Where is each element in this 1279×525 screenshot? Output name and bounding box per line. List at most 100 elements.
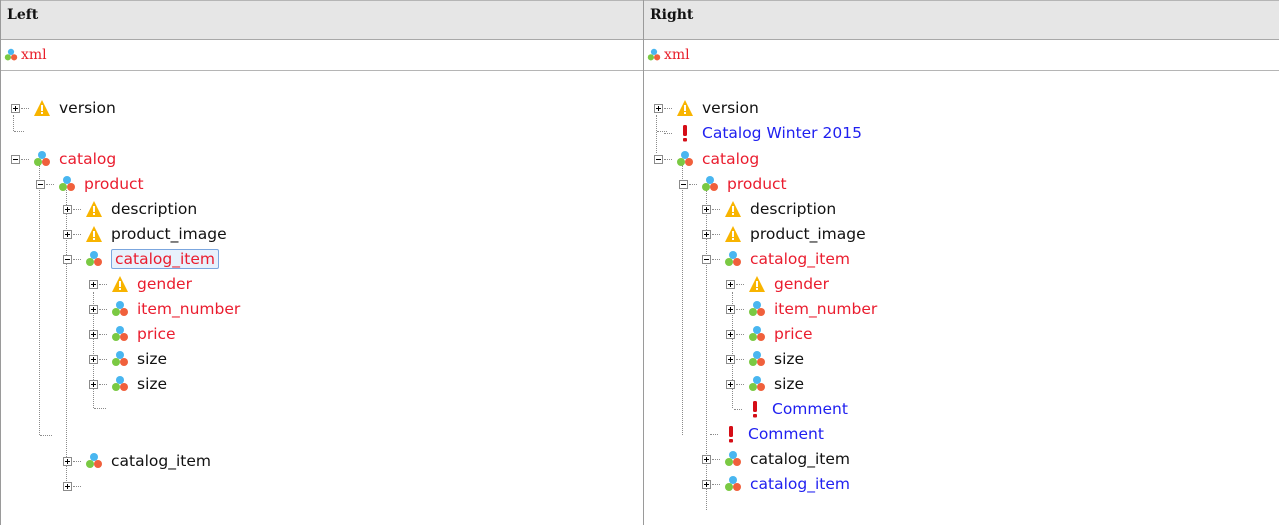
expand-toggle[interactable] [702,479,711,489]
left-pane: Left xml version catalog product descrip… [1,0,644,525]
node-label: gender [774,275,829,293]
node-label: price [137,325,176,343]
tree-node[interactable]: catalog_item [63,248,219,270]
node-label: Comment [748,425,824,443]
tree-node[interactable]: item_number [89,298,240,320]
tree-node[interactable]: size [726,348,804,370]
node-label: catalog_item [750,475,850,493]
expand-toggle[interactable] [702,229,711,239]
collapse-toggle[interactable] [679,179,688,189]
left-root-node[interactable]: xml [1,40,643,71]
expand-toggle[interactable] [702,454,711,464]
tree-node[interactable]: product [36,173,144,195]
node-label: size [137,375,168,393]
node-label: product [727,175,787,193]
right-pane: Right xml version Catalog Winter 2015 ca… [644,0,1279,525]
warning-icon [676,99,694,117]
node-label: Comment [772,400,848,418]
exclamation-icon [676,124,694,142]
tree-node[interactable]: catalog [11,148,116,170]
element-icon [748,375,766,393]
node-label: description [750,200,837,218]
expand-toggle[interactable] [89,279,98,289]
node-label: version [702,99,759,117]
node-label: catalog [702,150,760,168]
collapse-toggle[interactable] [654,154,663,164]
tree-node[interactable]: catalog [654,148,759,170]
collapse-toggle[interactable] [36,179,45,189]
right-root-label: xml [664,47,690,63]
expand-toggle[interactable] [726,304,735,314]
tree-node[interactable]: size [726,373,804,395]
node-label: version [59,99,116,117]
tree-node-empty[interactable] [63,475,85,497]
collapse-toggle[interactable] [11,154,20,164]
tree-node[interactable]: gender [726,273,829,295]
tree-node[interactable]: item_number [726,298,877,320]
tree-node[interactable]: Catalog Winter 2015 [664,122,862,144]
element-icon [724,250,742,268]
tree-node[interactable]: product [679,173,787,195]
element-icon [111,325,129,343]
element-icon [748,350,766,368]
element-icon [111,350,129,368]
left-root-label: xml [21,47,47,63]
tree-node[interactable]: price [89,323,176,345]
tree-node[interactable]: catalog_item [702,448,850,470]
tree-node[interactable]: Comment [734,398,848,420]
right-pane-header: Right [644,0,1279,40]
tree-node[interactable]: version [654,97,759,119]
expand-toggle[interactable] [726,354,735,364]
element-icon [58,175,76,193]
expand-toggle[interactable] [89,304,98,314]
expand-toggle[interactable] [63,481,72,491]
left-tree: version catalog product description prod [1,71,643,523]
expand-toggle[interactable] [89,329,98,339]
warning-icon [85,225,103,243]
node-label: description [111,200,198,218]
node-label: product_image [750,225,866,243]
expand-toggle[interactable] [63,456,72,466]
exclamation-icon [722,425,740,443]
warning-icon [33,99,51,117]
node-label: catalog_item [750,450,850,468]
tree-node[interactable]: product_image [63,223,227,245]
expand-toggle[interactable] [726,329,735,339]
expand-toggle[interactable] [654,103,663,113]
tree-node[interactable]: size [89,348,167,370]
tree-node[interactable]: catalog_item [702,248,850,270]
node-label: catalog_item [111,452,211,470]
collapse-toggle[interactable] [702,254,711,264]
exclamation-icon [746,400,764,418]
element-icon [33,150,51,168]
tree-node[interactable]: product_image [702,223,866,245]
element-icon [85,250,103,268]
node-label-selected: catalog_item [111,249,219,269]
node-label: Catalog Winter 2015 [702,124,862,142]
tree-node[interactable]: Comment [710,423,824,445]
warning-icon [724,225,742,243]
expand-toggle[interactable] [726,279,735,289]
expand-toggle[interactable] [702,204,711,214]
element-icon [701,175,719,193]
tree-node[interactable]: gender [89,273,192,295]
tree-node[interactable]: version [11,97,116,119]
expand-toggle[interactable] [11,103,20,113]
expand-toggle[interactable] [89,379,98,389]
tree-node[interactable]: price [726,323,813,345]
tree-node[interactable]: catalog_item [63,450,211,472]
tree-node[interactable]: size [89,373,167,395]
expand-toggle[interactable] [63,204,72,214]
expand-toggle[interactable] [726,379,735,389]
right-root-node[interactable]: xml [644,40,1279,71]
tree-node[interactable]: description [702,198,836,220]
expand-toggle[interactable] [89,354,98,364]
node-label: item_number [137,300,241,318]
node-label: catalog_item [750,250,850,268]
tree-node[interactable]: catalog_item [702,473,850,495]
element-icon [724,475,742,493]
tree-node[interactable]: description [63,198,197,220]
collapse-toggle[interactable] [63,254,72,264]
warning-icon [724,200,742,218]
expand-toggle[interactable] [63,229,72,239]
